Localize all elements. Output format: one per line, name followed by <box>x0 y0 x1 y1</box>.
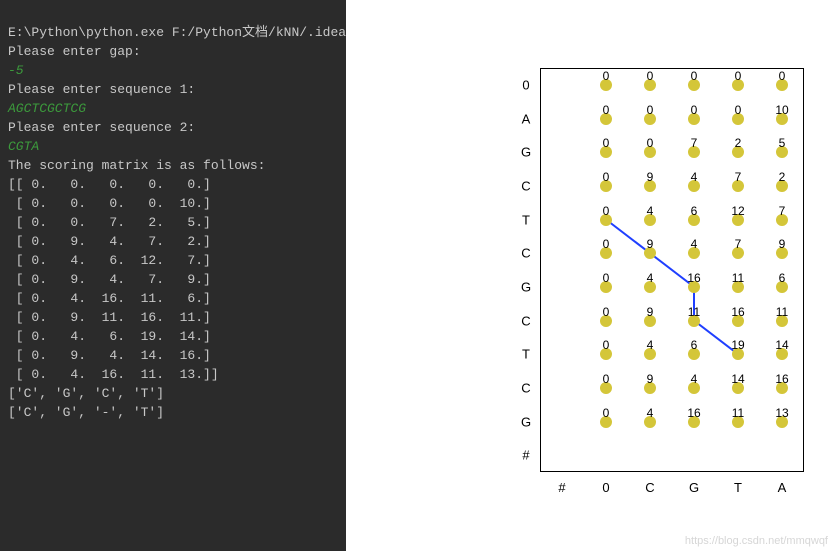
y-tick: T <box>522 347 530 362</box>
matrix-row: [ 0. 9. 4. 7. 9.] <box>8 272 211 287</box>
matrix-header: The scoring matrix is as follows: <box>8 158 265 173</box>
grid-value: 9 <box>779 237 786 251</box>
grid-value: 4 <box>691 372 698 386</box>
grid-value: 0 <box>603 237 610 251</box>
matrix-row: [ 0. 4. 6. 19. 14.] <box>8 329 211 344</box>
matrix-row: [ 0. 9. 4. 14. 16.] <box>8 348 211 363</box>
y-tick: G <box>521 145 531 160</box>
grid-value: 4 <box>647 338 654 352</box>
grid-value: 19 <box>731 338 744 352</box>
matrix-row: [ 0. 0. 0. 0. 10.] <box>8 196 211 211</box>
grid-value: 4 <box>691 170 698 184</box>
y-tick: C <box>521 246 530 261</box>
grid-value: 11 <box>776 305 788 319</box>
grid-value: 4 <box>691 237 698 251</box>
grid-value: 2 <box>779 170 786 184</box>
grid-value: 0 <box>779 69 786 83</box>
matrix-row: [ 0. 4. 16. 11. 6.] <box>8 291 211 306</box>
grid-value: 0 <box>603 338 610 352</box>
y-tick: T <box>522 212 530 227</box>
input-gap: -5 <box>8 63 24 78</box>
matrix-row: [ 0. 0. 7. 2. 5.] <box>8 215 211 230</box>
prompt-gap: Please enter gap: <box>8 44 141 59</box>
grid-value: 9 <box>647 372 654 386</box>
grid-value: 14 <box>731 372 744 386</box>
grid-value: 0 <box>691 69 698 83</box>
grid-value: 7 <box>735 170 742 184</box>
grid-value: 0 <box>735 103 742 117</box>
prompt-seq2: Please enter sequence 2: <box>8 120 195 135</box>
grid-value: 4 <box>647 204 654 218</box>
watermark: https://blog.csdn.net/mmqwqf <box>685 535 828 547</box>
grid-value: 14 <box>775 338 788 352</box>
x-tick: C <box>645 480 654 495</box>
grid-value: 2 <box>735 136 742 150</box>
grid-value: 0 <box>691 103 698 117</box>
grid-value: 6 <box>691 204 698 218</box>
grid-value: 13 <box>775 406 788 420</box>
grid-value: 4 <box>647 406 654 420</box>
grid-value: 9 <box>647 305 654 319</box>
grid-value: 5 <box>779 136 786 150</box>
y-tick: C <box>521 178 530 193</box>
grid-value: 7 <box>735 237 742 251</box>
y-tick: C <box>521 380 530 395</box>
grid-value: 0 <box>603 136 610 150</box>
grid-value: 4 <box>647 271 654 285</box>
grid-value: 7 <box>779 204 786 218</box>
grid-value: 0 <box>603 204 610 218</box>
grid-value: 6 <box>691 338 698 352</box>
grid-value: 12 <box>731 204 744 218</box>
terminal-panel: E:\Python\python.exe F:/Python文档/kNN/.id… <box>0 0 346 551</box>
matrix-row: [[ 0. 0. 0. 0. 0.] <box>8 177 211 192</box>
x-tick: 0 <box>602 480 609 495</box>
grid-value: 7 <box>691 136 698 150</box>
matrix-row: [ 0. 4. 16. 11. 13.]] <box>8 367 219 382</box>
grid-value: 0 <box>647 69 654 83</box>
grid-value: 0 <box>603 103 610 117</box>
plot-border <box>540 68 804 472</box>
scoring-matrix-plot: 0 A G C T C G C T C G # #0 C G T A 0 0 0 0 0 0 0 0 0 10 0 0 7 2 5 0 9 4 7 2 0… <box>514 68 804 494</box>
grid-value: 9 <box>647 237 654 251</box>
prompt-seq1: Please enter sequence 1: <box>8 82 195 97</box>
grid-value: 6 <box>779 271 786 285</box>
grid-value: 10 <box>775 103 788 117</box>
grid-value: 16 <box>687 271 700 285</box>
grid-value: 0 <box>735 69 742 83</box>
input-seq2: CGTA <box>8 139 39 154</box>
grid-value: 0 <box>603 69 610 83</box>
x-tick: # <box>558 480 565 495</box>
y-tick: C <box>521 313 530 328</box>
grid-value: 0 <box>647 136 654 150</box>
align1: ['C', 'G', 'C', 'T'] <box>8 386 164 401</box>
y-tick: G <box>521 279 531 294</box>
terminal-cmd: E:\Python\python.exe F:/Python文档/kNN/.id… <box>8 25 346 40</box>
input-seq1: AGCTCGCTCG <box>8 101 86 116</box>
plot-panel: 0 A G C T C G C T C G # #0 C G T A 0 0 0 0 0 0 0 0 0 10 0 0 7 2 5 0 9 4 7 2 0… <box>346 0 834 551</box>
grid-value: 0 <box>603 170 610 184</box>
grid-value: 0 <box>603 372 610 386</box>
align2: ['C', 'G', '-', 'T'] <box>8 405 164 420</box>
matrix-row: [ 0. 4. 6. 12. 7.] <box>8 253 211 268</box>
matrix-row: [ 0. 9. 11. 16. 11.] <box>8 310 211 325</box>
x-tick: G <box>689 480 699 495</box>
grid-value: 16 <box>775 372 788 386</box>
grid-value: 11 <box>732 271 744 285</box>
grid-value: 0 <box>603 271 610 285</box>
grid-value: 0 <box>603 406 610 420</box>
x-tick: T <box>734 480 742 495</box>
grid-value: 11 <box>732 406 744 420</box>
x-tick: A <box>778 480 787 495</box>
y-tick: 0 <box>522 77 529 92</box>
grid-value: 0 <box>647 103 654 117</box>
grid-value: 16 <box>731 305 744 319</box>
matrix-row: [ 0. 9. 4. 7. 2.] <box>8 234 211 249</box>
grid-value: 9 <box>647 170 654 184</box>
grid-value: 0 <box>603 305 610 319</box>
grid-value: 11 <box>688 305 700 319</box>
y-tick: A <box>522 111 531 126</box>
y-tick: G <box>521 414 531 429</box>
grid-value: 16 <box>687 406 700 420</box>
y-tick: # <box>522 448 529 463</box>
